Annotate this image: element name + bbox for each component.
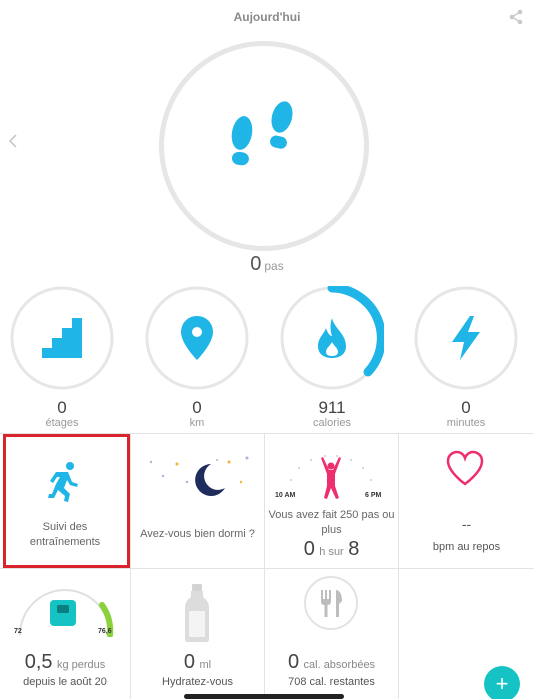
food-value: 0 [287,651,300,673]
page-title: Aujourd'hui [233,10,301,24]
floors-value: 0 [57,398,67,417]
home-indicator[interactable] [184,694,344,699]
calories-value: 911 [318,398,346,417]
tile-hourly-activity[interactable]: 10 AM 6 PM Vous avez fait 250 pas ou plu… [265,434,398,568]
moon-stars-icon [149,456,249,496]
chevron-left-icon[interactable] [7,133,19,149]
heart-label: bpm au repos [432,541,501,553]
weight-unit: kg perdus [56,659,106,671]
hourly-value: 0 [303,538,315,560]
tile-sleep[interactable]: Avez-vous bien dormi ? [131,434,264,568]
distance-label: km [189,417,205,429]
steps-unit: pas [264,259,284,273]
food-remaining: 708 cal. restantes [288,676,375,688]
location-pin-icon [181,316,213,360]
share-icon[interactable] [508,9,524,25]
scale-icon [50,600,76,626]
steps-value: 0 pas [0,253,534,276]
hourly-goal: 8 [348,538,360,560]
tile-food[interactable]: 0 cal. absorbées 708 cal. restantes [265,569,398,699]
lightning-icon [452,316,480,360]
tile-water[interactable]: 0 ml Hydratez-vous [131,569,264,699]
floors-label: étages [45,417,79,429]
add-button[interactable]: + [484,666,520,699]
water-bottle-icon [185,584,209,642]
distance-value: 0 [192,398,202,417]
steps-count: 0 [250,253,262,275]
heart-value: -- [461,516,472,532]
heart-icon [446,450,484,486]
highlight-box [3,434,130,568]
stairs-icon [42,318,82,358]
hourly-unit: h sur [319,546,344,558]
fork-knife-icon [304,576,358,630]
tile-weight[interactable]: 72 76,6 0,5 kg perdus depuis le août 20 [0,569,130,699]
sleep-label: Avez-vous bien dormi ? [140,528,255,540]
water-label: Hydratez-vous [162,676,233,688]
tile-heart-rate[interactable]: -- bpm au repos [399,434,534,568]
water-value: 0 [183,651,196,673]
hourly-time-end: 6 PM [365,492,382,499]
hourly-time-start: 10 AM [275,492,296,499]
weight-scale-max: 76,6 [98,628,112,635]
minutes-value: 0 [461,398,471,417]
hourly-text-line1: Vous avez fait 250 pas ou [268,509,395,521]
hourly-text-line2: plus [321,524,342,536]
weight-scale-min: 72 [14,628,22,635]
food-unit: cal. absorbées [303,659,376,671]
weight-since: depuis le août 20 [23,676,107,688]
weight-value: 0,5 [24,651,53,673]
minutes-label: minutes [446,417,486,429]
flame-icon [318,318,346,358]
calories-label: calories [313,417,351,429]
water-unit: ml [199,659,212,671]
footsteps-icon [231,101,293,166]
